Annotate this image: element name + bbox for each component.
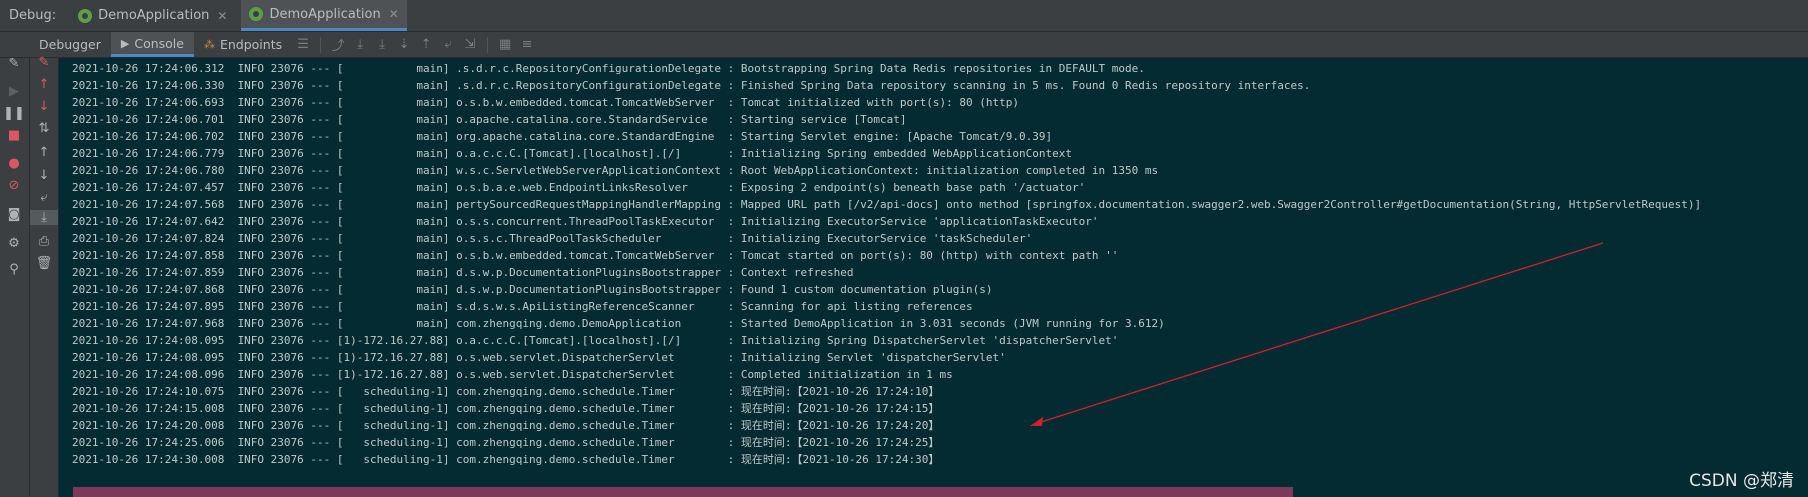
csdn-watermark: CSDN @郑清 bbox=[1689, 471, 1794, 491]
annotation-arrow bbox=[1030, 242, 1604, 426]
